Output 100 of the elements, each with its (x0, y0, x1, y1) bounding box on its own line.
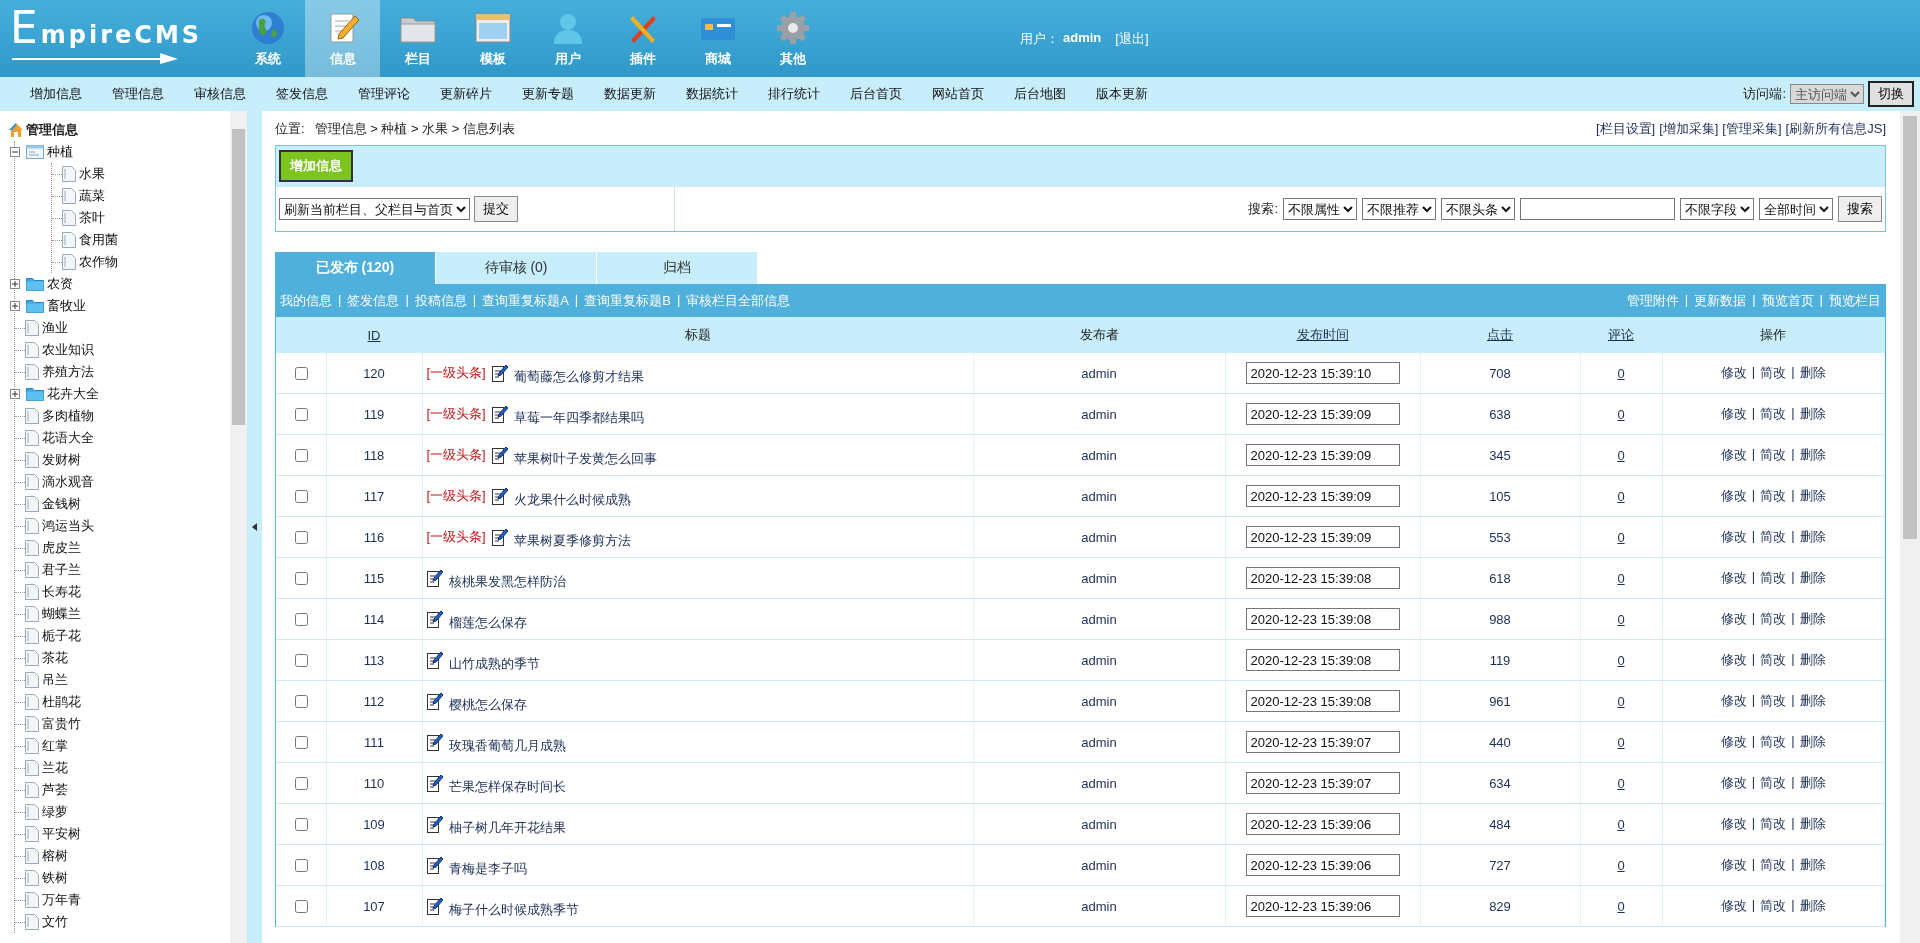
nav-link[interactable]: 更新碎片 (425, 85, 507, 103)
action-link[interactable]: 删除 (1799, 528, 1826, 546)
tab[interactable]: 待审核 (0) (436, 252, 596, 284)
action-link[interactable]: 简改 (1760, 733, 1787, 751)
tree-item[interactable]: 吊兰 (42, 671, 68, 689)
action-link[interactable]: 删除 (1799, 733, 1826, 751)
action-link[interactable]: 简改 (1760, 528, 1787, 546)
time-field[interactable]: 2020-12-23 15:39:07 (1245, 731, 1400, 753)
title-link[interactable]: 樱桃怎么保存 (448, 696, 527, 714)
tree-item[interactable]: 虎皮兰 (42, 539, 81, 557)
tree-item[interactable]: 蔬菜 (79, 187, 105, 205)
filter-select[interactable]: 不限推荐 (1362, 198, 1436, 220)
action-link[interactable]: 修改 (1720, 405, 1747, 423)
comment-link[interactable]: 0 (1617, 529, 1625, 545)
top-link[interactable]: [增加采集] (1659, 120, 1719, 138)
comment-link[interactable]: 0 (1617, 488, 1625, 504)
tree-root[interactable]: 管理信息 (26, 121, 78, 139)
checkbox[interactable] (294, 653, 308, 667)
tree-item[interactable]: 多肉植物 (42, 407, 94, 425)
nav-link[interactable]: 审核信息 (179, 85, 261, 103)
action-link[interactable]: 删除 (1799, 692, 1826, 710)
checkbox[interactable] (294, 899, 308, 913)
comment-link[interactable]: 0 (1617, 816, 1625, 832)
nav-link[interactable]: 网站首页 (917, 85, 999, 103)
column-header[interactable]: 点击 (1487, 327, 1513, 342)
tree-item[interactable]: 水果 (79, 165, 105, 183)
time-field[interactable]: 2020-12-23 15:39:09 (1245, 526, 1400, 548)
checkbox[interactable] (294, 530, 308, 544)
time-field[interactable]: 2020-12-23 15:39:08 (1245, 690, 1400, 712)
title-link[interactable]: 山竹成熟的季节 (448, 655, 540, 673)
filter-select[interactable]: 不限字段 (1680, 198, 1754, 220)
action-link[interactable]: 简改 (1760, 774, 1787, 792)
checkbox[interactable] (294, 612, 308, 626)
action-link[interactable]: 删除 (1799, 487, 1826, 505)
action-link[interactable]: 简改 (1760, 569, 1787, 587)
title-link[interactable]: 青梅是李子吗 (448, 860, 527, 878)
time-field[interactable]: 2020-12-23 15:39:09 (1245, 403, 1400, 425)
action-link[interactable]: 修改 (1720, 610, 1747, 628)
tree-item[interactable]: 红掌 (42, 737, 68, 755)
client-select[interactable]: 主访问端 (1790, 84, 1864, 104)
action-link[interactable]: 简改 (1760, 610, 1787, 628)
title-link[interactable]: 核桃果发黑怎样防治 (448, 573, 566, 591)
refresh-select[interactable]: 刷新当前栏目、父栏目与首页 (279, 198, 470, 220)
tree-item[interactable]: 茶花 (42, 649, 68, 667)
action-link[interactable]: 简改 (1760, 815, 1787, 833)
action-link[interactable]: 修改 (1720, 446, 1747, 464)
action-link[interactable]: 修改 (1720, 897, 1747, 915)
time-field[interactable]: 2020-12-23 15:39:08 (1245, 649, 1400, 671)
time-field[interactable]: 2020-12-23 15:39:09 (1245, 444, 1400, 466)
tree-item[interactable]: 农业知识 (42, 341, 94, 359)
action-link[interactable]: 删除 (1799, 856, 1826, 874)
tree-item[interactable]: 养殖方法 (42, 363, 94, 381)
nav-link[interactable]: 数据统计 (671, 85, 753, 103)
tree-item[interactable]: 花卉大全 (47, 385, 99, 403)
action-link[interactable]: 修改 (1720, 733, 1747, 751)
action-link[interactable]: 修改 (1720, 364, 1747, 382)
search-field[interactable] (1520, 198, 1675, 220)
column-header[interactable]: ID (367, 327, 381, 343)
expand-icon[interactable] (10, 301, 20, 311)
search-button[interactable]: 搜索 (1838, 196, 1882, 222)
action-link[interactable]: 删除 (1799, 815, 1826, 833)
tree-item[interactable]: 长寿花 (42, 583, 81, 601)
checkbox[interactable] (294, 858, 308, 872)
comment-link[interactable]: 0 (1617, 652, 1625, 668)
comment-link[interactable]: 0 (1617, 898, 1625, 914)
top-link[interactable]: [管理采集] (1722, 120, 1782, 138)
tree-item[interactable]: 万年青 (42, 891, 81, 909)
tree-item[interactable]: 茶叶 (79, 209, 105, 227)
comment-link[interactable]: 0 (1617, 734, 1625, 750)
action-link[interactable]: 修改 (1720, 815, 1747, 833)
nav-link[interactable]: 版本更新 (1081, 85, 1163, 103)
tree-item[interactable]: 杜鹃花 (42, 693, 81, 711)
comment-link[interactable]: 0 (1617, 775, 1625, 791)
action-link[interactable]: 简改 (1760, 651, 1787, 669)
tree-item[interactable]: 铁树 (42, 869, 68, 887)
title-link[interactable]: 榴莲怎么保存 (448, 614, 527, 632)
tree-item[interactable]: 鸿运当头 (42, 517, 94, 535)
action-link[interactable]: 删除 (1799, 569, 1826, 587)
title-link[interactable]: 火龙果什么时候成熟 (513, 491, 631, 509)
tree-item[interactable]: 君子兰 (42, 561, 81, 579)
nav-link[interactable]: 签发信息 (261, 85, 343, 103)
title-link[interactable]: 芒果怎样保存时间长 (448, 778, 566, 796)
tree-item[interactable]: 食用菌 (79, 231, 118, 249)
filter-select[interactable]: 不限属性 (1283, 198, 1357, 220)
time-field[interactable]: 2020-12-23 15:39:06 (1245, 854, 1400, 876)
comment-link[interactable]: 0 (1617, 857, 1625, 873)
tree-item[interactable]: 渔业 (42, 319, 68, 337)
nav-link[interactable]: 数据更新 (589, 85, 671, 103)
checkbox[interactable] (294, 448, 308, 462)
action-link[interactable]: 修改 (1720, 487, 1747, 505)
tree-item[interactable]: 滴水观音 (42, 473, 94, 491)
action-link[interactable]: 简改 (1760, 364, 1787, 382)
comment-link[interactable]: 0 (1617, 365, 1625, 381)
tree-item[interactable]: 富贵竹 (42, 715, 81, 733)
tree-item[interactable]: 文竹 (42, 913, 68, 931)
action-link[interactable]: 简改 (1760, 487, 1787, 505)
title-link[interactable]: 葡萄藤怎么修剪才结果 (513, 368, 644, 386)
action-link[interactable]: 简改 (1760, 405, 1787, 423)
title-link[interactable]: 草莓一年四季都结果吗 (513, 409, 644, 427)
tree-item[interactable]: 农作物 (79, 253, 118, 271)
